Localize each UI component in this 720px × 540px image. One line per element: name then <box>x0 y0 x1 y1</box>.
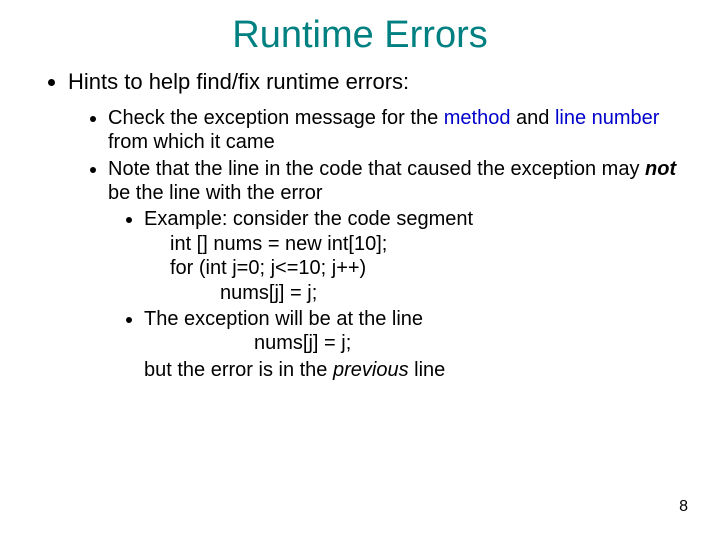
code-line-3: nums[j] = j; <box>144 281 680 305</box>
text: Check the exception message for the <box>108 107 444 129</box>
code-line-1: int [] nums = new int[10]; <box>144 232 680 256</box>
text: The exception will be at the line <box>144 308 423 330</box>
bullet-list-level2: Check the exception message for the meth… <box>68 106 680 382</box>
example-bullet: Example: consider the code segment int [… <box>144 207 680 305</box>
bullet-list-level3: Example: consider the code segment int [… <box>108 207 680 382</box>
check-exception-bullet: Check the exception message for the meth… <box>108 106 680 155</box>
exception-code-line: nums[j] = j; <box>144 331 680 355</box>
previous-emphasis: previous <box>333 359 409 381</box>
exception-location-bullet: The exception will be at the line nums[j… <box>144 307 680 356</box>
text: but the error is in the <box>144 359 333 381</box>
main-bullet: Hints to help find/fix runtime errors: <box>68 69 680 96</box>
line-number-keyword: line number <box>555 107 660 129</box>
not-emphasis: not <box>645 158 676 180</box>
slide-content: Hints to help find/fix runtime errors: C… <box>0 57 720 382</box>
code-line-2: for (int j=0; j<=10; j++) <box>144 256 680 280</box>
note-line-bullet: Note that the line in the code that caus… <box>108 157 680 383</box>
page-number: 8 <box>679 498 688 516</box>
text: be the line with the error <box>108 182 323 204</box>
slide: Runtime Errors Hints to help find/fix ru… <box>0 0 720 540</box>
bullet-list-level1: Hints to help find/fix runtime errors: C… <box>40 69 680 382</box>
text: from which it came <box>108 131 275 153</box>
text: line <box>409 359 446 381</box>
error-previous-line-text: but the error is in the previous line <box>144 358 680 382</box>
text: and <box>510 107 554 129</box>
example-label: Example: consider the code segment <box>144 208 473 230</box>
slide-title: Runtime Errors <box>0 0 720 57</box>
text: Note that the line in the code that caus… <box>108 158 645 180</box>
method-keyword: method <box>444 107 511 129</box>
